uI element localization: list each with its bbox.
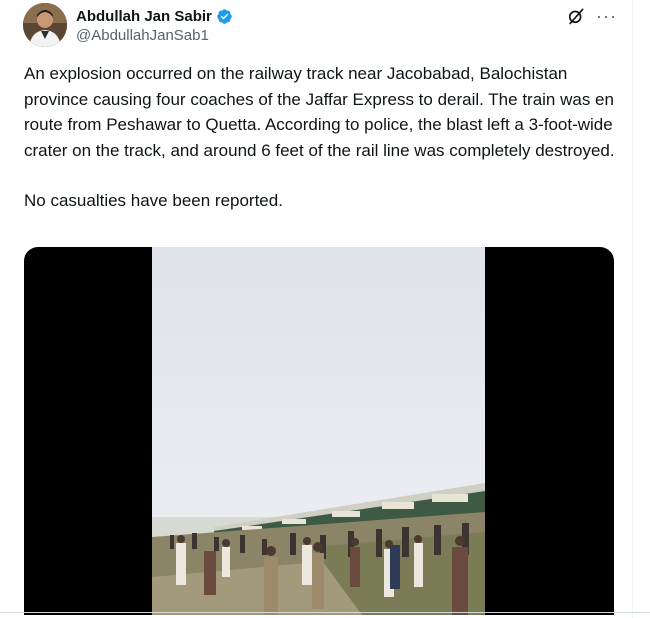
video-frame (152, 247, 485, 615)
bottom-divider (0, 612, 650, 613)
verified-badge-icon (217, 8, 232, 24)
author-handle[interactable]: @AbdullahJanSab1 (76, 27, 209, 44)
tweet-text: An explosion occurred on the railway tra… (24, 61, 624, 214)
author-name[interactable]: Abdullah Jan Sabir (76, 8, 212, 25)
tweet-paragraph: No casualties have been reported. (24, 191, 283, 210)
author-name-row: Abdullah Jan Sabir (76, 6, 233, 26)
header-actions: ··· (566, 6, 617, 26)
tweet-paragraph: An explosion occurred on the railway tra… (24, 64, 615, 160)
media-video[interactable] (24, 247, 614, 615)
avatar[interactable] (23, 3, 67, 47)
column-divider (632, 0, 633, 618)
more-icon[interactable]: ··· (596, 7, 617, 25)
grok-icon[interactable] (566, 6, 586, 26)
